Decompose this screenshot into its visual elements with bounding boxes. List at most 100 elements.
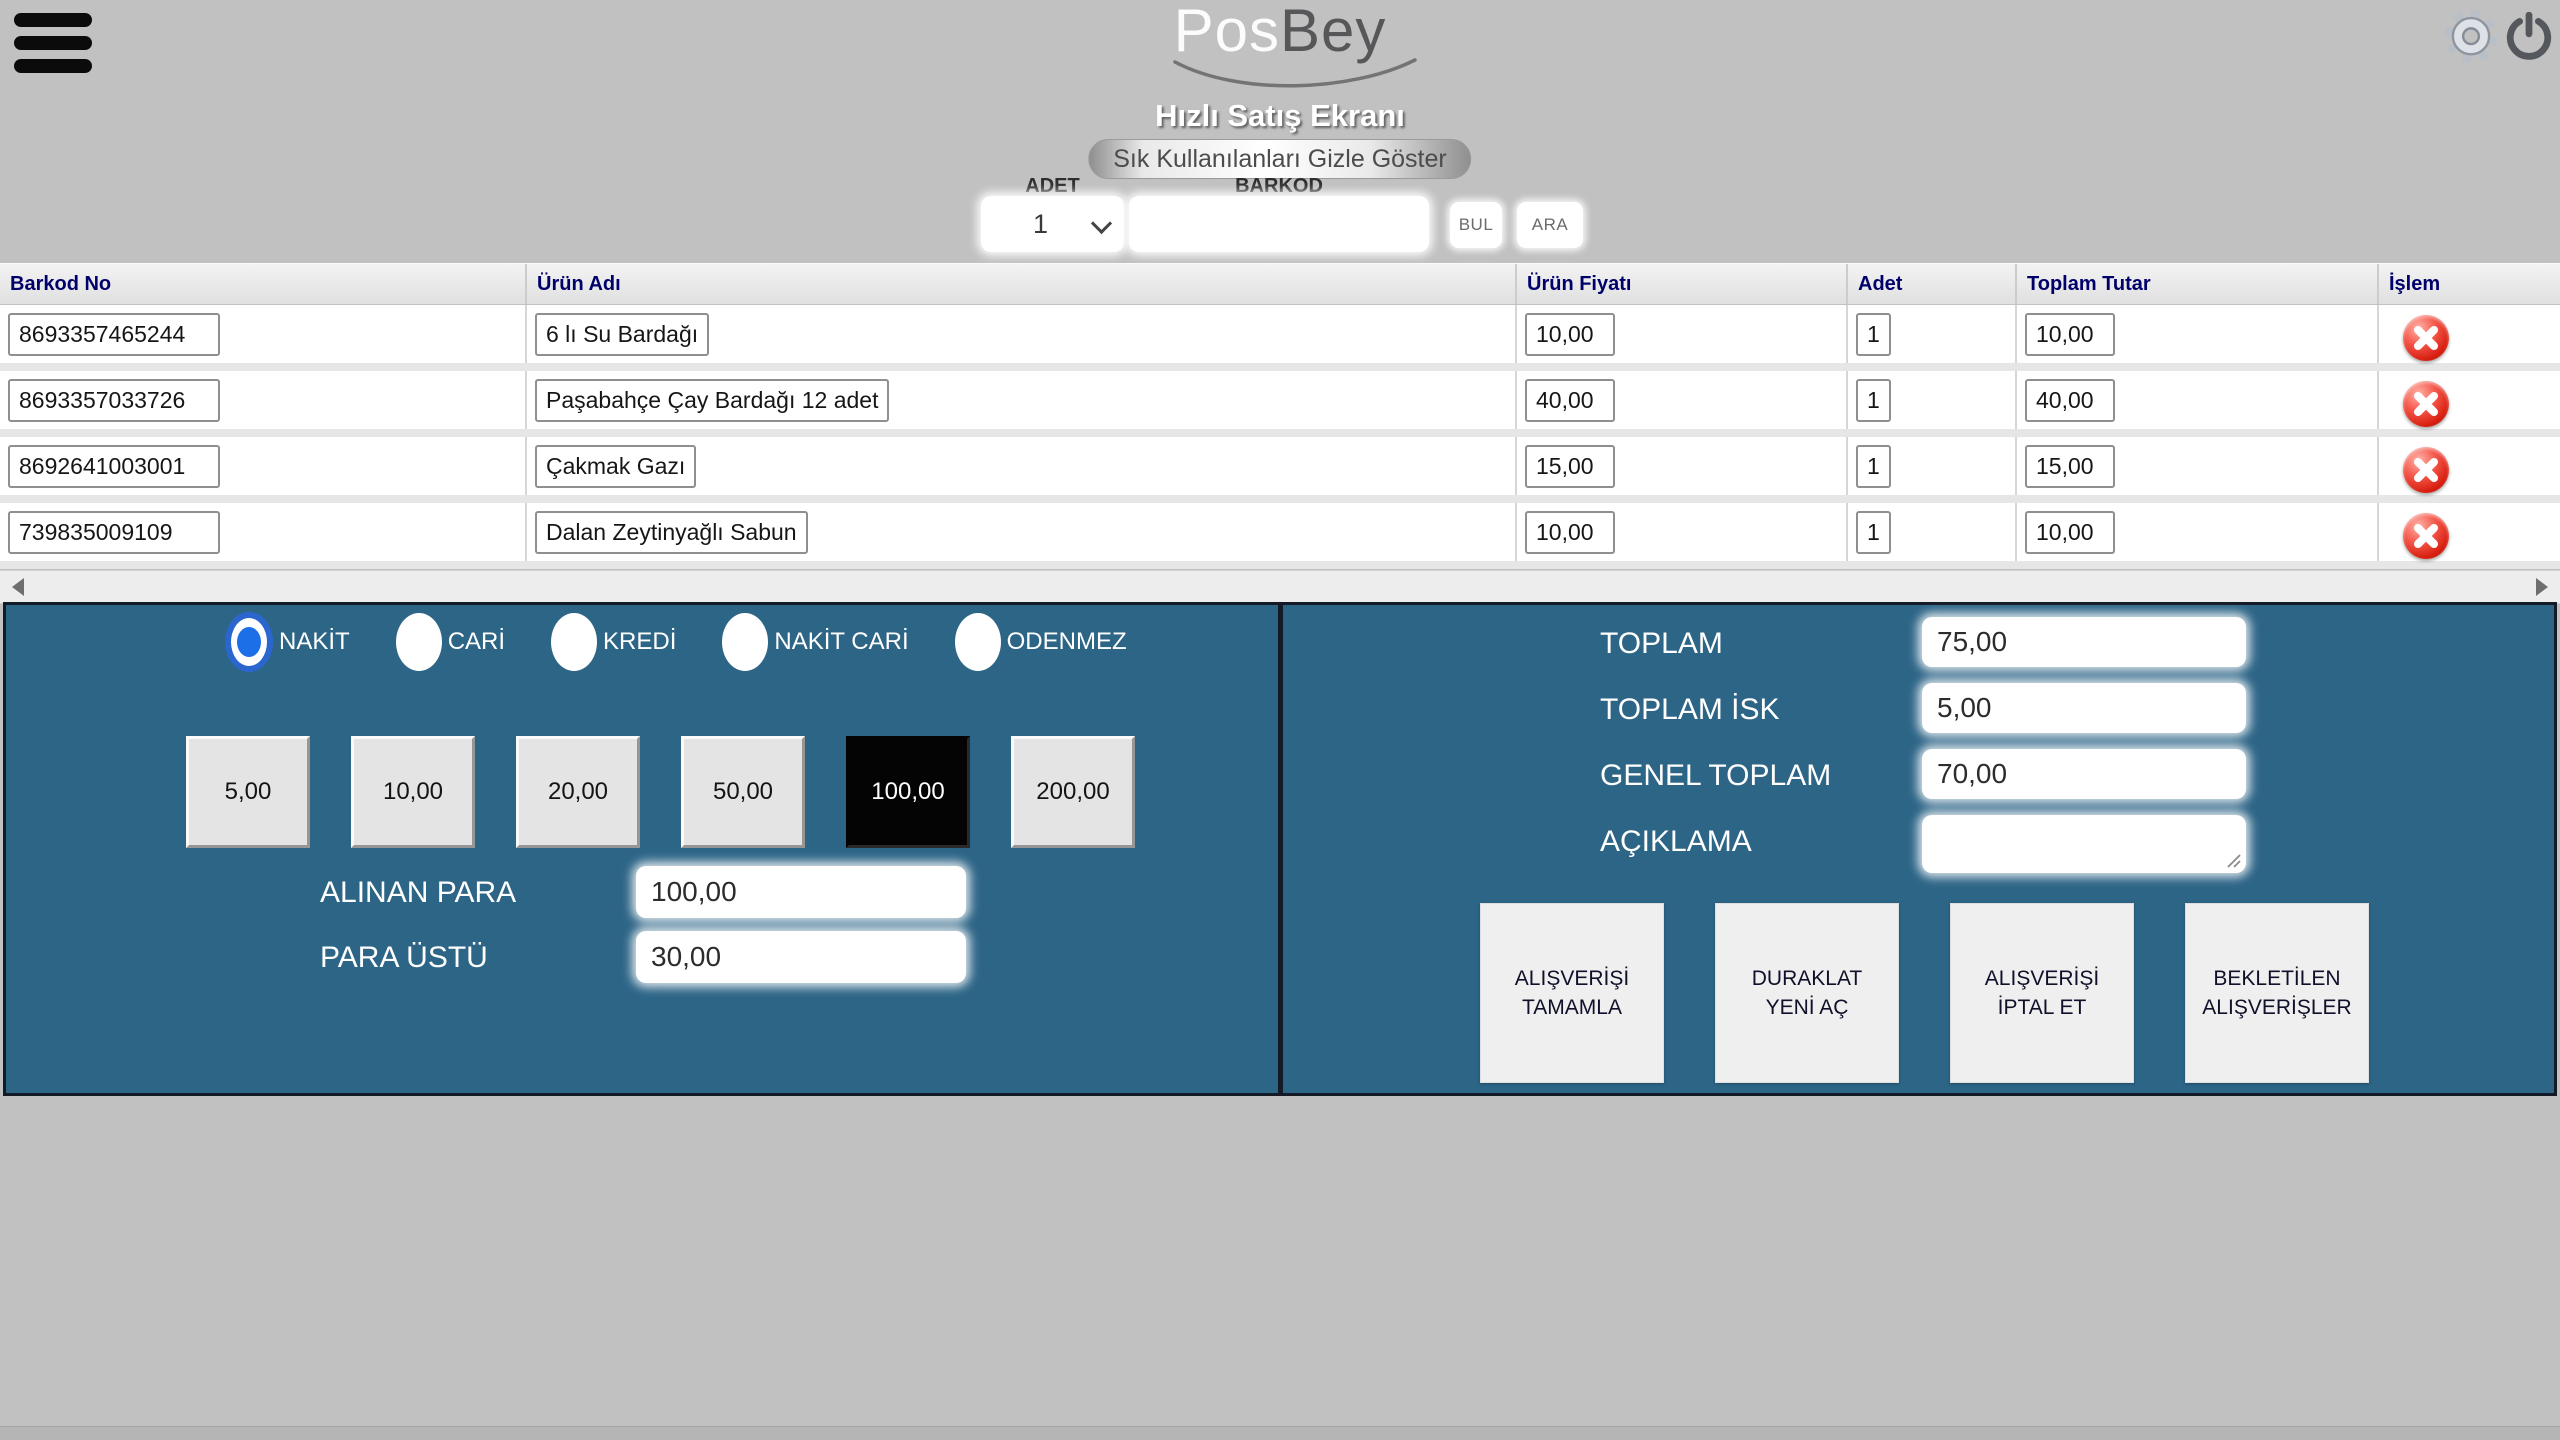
toplam-input[interactable]: 75,00 (1922, 617, 2246, 667)
row-adet-input[interactable]: 1 (1856, 379, 1891, 422)
row-urun-adi-input[interactable]: Dalan Zeytinyağlı Sabun (535, 511, 808, 554)
row-urun-adi-input[interactable]: Paşabahçe Çay Bardağı 12 adet (535, 379, 889, 422)
barkod-label: BARKOD (1129, 175, 1429, 198)
row-barkod-input[interactable]: 8692641003001 (8, 445, 220, 488)
col-header-toplam-tutar: Toplam Tutar (2017, 264, 2379, 304)
toplam-isk-label: TOPLAM İSK (1600, 693, 1780, 727)
scroll-right-arrow-icon[interactable] (2536, 578, 2548, 596)
page-horizontal-scrollbar[interactable] (0, 1426, 2560, 1440)
denomination-button[interactable]: 100,00 (846, 736, 970, 848)
payment-method-radio[interactable]: CARİ (396, 613, 505, 671)
row-toplam-tutar-input[interactable]: 10,00 (2025, 313, 2115, 356)
sale-items-table: Barkod No Ürün Adı Ürün Fiyatı Adet Topl… (0, 263, 2560, 569)
row-adet-input[interactable]: 1 (1856, 445, 1891, 488)
action-button[interactable]: BEKLETİLEN ALIŞVERİŞLER (2185, 903, 2369, 1083)
action-button[interactable]: DURAKLAT YENİ AÇ (1715, 903, 1899, 1083)
denomination-button[interactable]: 20,00 (516, 736, 640, 848)
payment-method-group: NAKİT CARİ KREDİ NAKİT CARİ ODENMEZ (225, 612, 1173, 672)
page-title: Hızlı Satış Ekranı (1155, 98, 1405, 134)
delete-row-icon[interactable] (2403, 315, 2449, 361)
row-barkod-input[interactable]: 739835009109 (8, 511, 220, 554)
denomination-button[interactable]: 5,00 (186, 736, 310, 848)
power-icon[interactable] (2504, 12, 2554, 67)
table-row: 739835009109 Dalan Zeytinyağlı Sabun 10,… (0, 503, 2560, 569)
toplam-isk-input[interactable]: 5,00 (1922, 683, 2246, 733)
delete-row-icon[interactable] (2403, 513, 2449, 559)
table-row: 8693357033726 Paşabahçe Çay Bardağı 12 a… (0, 371, 2560, 437)
radio-circle-icon[interactable] (551, 613, 597, 671)
para-ustu-label: PARA ÜSTÜ (320, 941, 488, 975)
settings-gear-icon[interactable] (2442, 6, 2500, 69)
delete-row-icon[interactable] (2403, 447, 2449, 493)
row-urun-fiyati-input[interactable]: 15,00 (1525, 445, 1615, 488)
row-barkod-input[interactable]: 8693357465244 (8, 313, 220, 356)
pos-quick-sale-screen: PosBey Hızlı Satış Ekranı Sık Kullanılan… (0, 0, 2560, 1440)
aciklama-label: AÇIKLAMA (1600, 825, 1752, 859)
toggle-favorites-button[interactable]: Sık Kullanılanları Gizle Göster (1088, 139, 1471, 179)
col-header-urun-fiyati: Ürün Fiyatı (1517, 264, 1848, 304)
col-header-barkod-no: Barkod No (0, 264, 527, 304)
denomination-button[interactable]: 50,00 (681, 736, 805, 848)
logo-swoosh (1169, 58, 1421, 94)
row-urun-adi-input[interactable]: Çakmak Gazı (535, 445, 696, 488)
action-button[interactable]: ALIŞVERİŞİ İPTAL ET (1950, 903, 2134, 1083)
hamburger-menu-icon[interactable] (14, 13, 92, 82)
payment-method-label: ODENMEZ (1007, 628, 1127, 656)
radio-circle-icon[interactable] (955, 613, 1001, 671)
aciklama-textarea[interactable] (1922, 815, 2246, 873)
toplam-label: TOPLAM (1600, 627, 1723, 661)
table-header-row: Barkod No Ürün Adı Ürün Fiyatı Adet Topl… (0, 263, 2560, 305)
row-urun-fiyati-input[interactable]: 40,00 (1525, 379, 1615, 422)
para-ustu-input[interactable]: 30,00 (636, 931, 966, 983)
table-horizontal-scrollbar[interactable] (0, 570, 2560, 604)
bul-button[interactable]: BUL (1450, 202, 1502, 248)
logo-text-bey: Bey (1280, 0, 1386, 64)
table-row: 8693357465244 6 lı Su Bardağı 10,00 1 10… (0, 305, 2560, 371)
chevron-down-icon (1091, 213, 1112, 234)
adet-select[interactable]: 1 (981, 196, 1124, 252)
row-toplam-tutar-input[interactable]: 15,00 (2025, 445, 2115, 488)
payment-method-radio[interactable]: ODENMEZ (955, 613, 1127, 671)
hamburger-bar (14, 36, 92, 50)
radio-circle-icon[interactable] (722, 613, 768, 671)
row-urun-fiyati-input[interactable]: 10,00 (1525, 511, 1615, 554)
col-header-urun-adi: Ürün Adı (527, 264, 1517, 304)
panel-divider (1278, 602, 1283, 1096)
payment-method-label: KREDİ (603, 628, 676, 656)
barkod-input[interactable] (1129, 196, 1429, 252)
logo-text-pos: Pos (1174, 0, 1280, 64)
col-header-islem: İşlem (2379, 264, 2560, 304)
ara-button[interactable]: ARA (1517, 202, 1583, 248)
action-button-group: ALIŞVERİŞİ TAMAMLA DURAKLAT YENİ AÇ ALIŞ… (1480, 903, 2369, 1083)
alinan-para-label: ALINAN PARA (320, 876, 516, 910)
row-toplam-tutar-input[interactable]: 40,00 (2025, 379, 2115, 422)
alinan-para-input[interactable]: 100,00 (636, 866, 966, 918)
genel-toplam-input[interactable]: 70,00 (1922, 749, 2246, 799)
payment-method-radio[interactable]: NAKİT (225, 612, 350, 672)
row-urun-adi-input[interactable]: 6 lı Su Bardağı (535, 313, 709, 356)
payment-method-label: NAKİT (279, 628, 350, 656)
delete-row-icon[interactable] (2403, 381, 2449, 427)
row-adet-input[interactable]: 1 (1856, 511, 1891, 554)
action-button[interactable]: ALIŞVERİŞİ TAMAMLA (1480, 903, 1664, 1083)
table-row: 8692641003001 Çakmak Gazı 15,00 1 15,00 (0, 437, 2560, 503)
adet-label: ADET (981, 175, 1124, 198)
radio-circle-icon[interactable] (225, 612, 273, 672)
textarea-resize-grip-icon[interactable] (2225, 852, 2241, 868)
row-toplam-tutar-input[interactable]: 10,00 (2025, 511, 2115, 554)
hamburger-bar (14, 59, 92, 73)
hamburger-bar (14, 13, 92, 27)
row-barkod-input[interactable]: 8693357033726 (8, 379, 220, 422)
scroll-left-arrow-icon[interactable] (12, 578, 24, 596)
genel-toplam-label: GENEL TOPLAM (1600, 759, 1831, 793)
row-adet-input[interactable]: 1 (1856, 313, 1891, 356)
payment-method-label: CARİ (448, 628, 505, 656)
payment-method-radio[interactable]: NAKİT CARİ (722, 613, 908, 671)
denomination-button[interactable]: 200,00 (1011, 736, 1135, 848)
row-urun-fiyati-input[interactable]: 10,00 (1525, 313, 1615, 356)
radio-circle-icon[interactable] (396, 613, 442, 671)
payment-method-radio[interactable]: KREDİ (551, 613, 676, 671)
adet-select-value: 1 (1033, 209, 1048, 240)
denomination-button[interactable]: 10,00 (351, 736, 475, 848)
posbey-logo: PosBey (1174, 0, 1387, 65)
